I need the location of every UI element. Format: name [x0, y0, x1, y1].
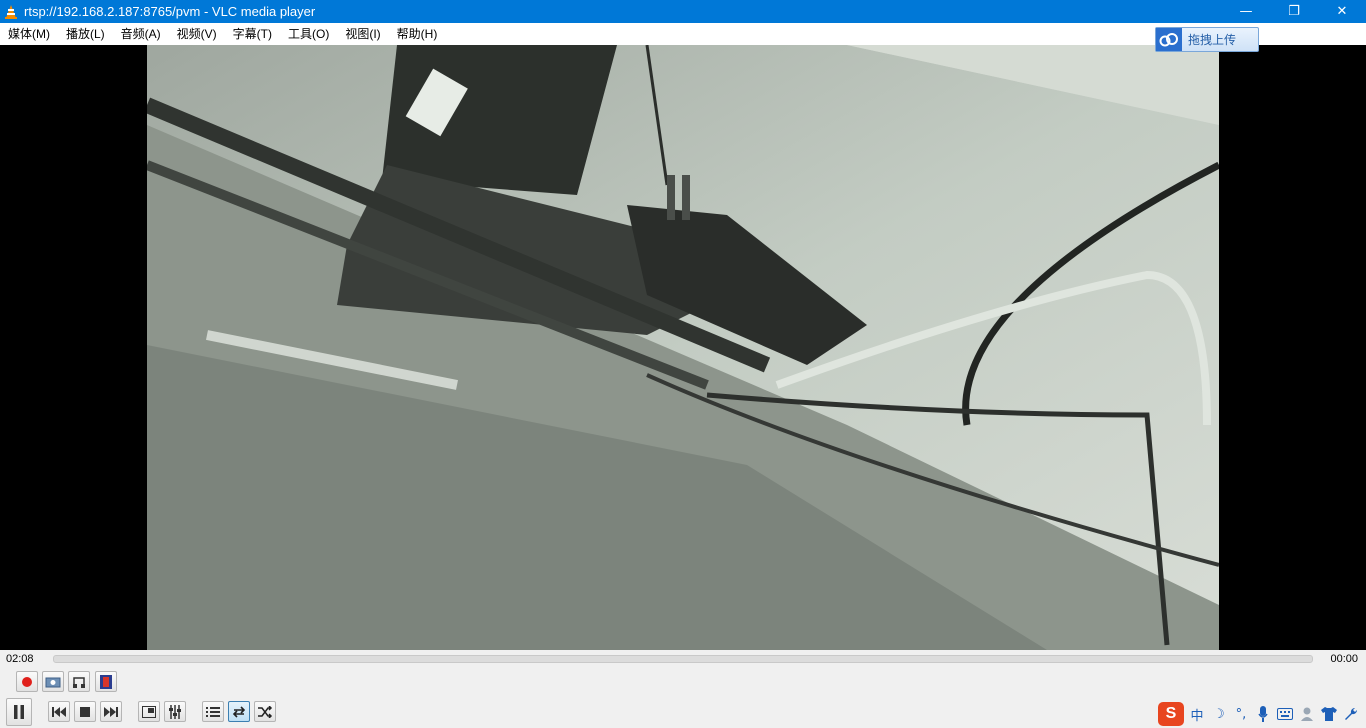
- menu-view[interactable]: 视图(I): [337, 23, 388, 45]
- frame-by-frame-button[interactable]: [95, 671, 117, 692]
- previous-button[interactable]: [48, 701, 70, 722]
- menu-video[interactable]: 视频(V): [169, 23, 225, 45]
- window-controls: — ❐ ✕: [1222, 0, 1366, 23]
- record-button[interactable]: [16, 671, 38, 692]
- drag-upload-label: 拖拽上传: [1188, 33, 1237, 47]
- snapshot-button[interactable]: [42, 671, 64, 692]
- stop-icon: [80, 706, 90, 717]
- menu-tools[interactable]: 工具(O): [280, 23, 337, 45]
- system-tray: S 中 ☽ °,: [1158, 700, 1360, 728]
- moon-icon[interactable]: ☽: [1210, 704, 1228, 724]
- elapsed-time[interactable]: 02:08: [6, 653, 34, 665]
- seek-row: 02:08 00:00: [0, 650, 1366, 668]
- loop-icon: [231, 705, 247, 718]
- minimize-button[interactable]: —: [1222, 0, 1270, 23]
- film-frame-icon: [99, 674, 113, 690]
- menu-help[interactable]: 帮助(H): [389, 23, 446, 45]
- fullscreen-button[interactable]: [138, 701, 160, 722]
- skin-shirt-icon[interactable]: [1320, 704, 1338, 724]
- record-icon: [21, 676, 33, 688]
- playlist-icon: [206, 706, 220, 718]
- menu-playback[interactable]: 播放(L): [58, 23, 113, 45]
- shuffle-icon: [257, 705, 273, 718]
- user-icon[interactable]: [1298, 704, 1316, 724]
- window-title: rtsp://192.168.2.187:8765/pvm - VLC medi…: [24, 4, 316, 19]
- shuffle-button[interactable]: [254, 701, 276, 722]
- drag-upload-button[interactable]: 拖拽上传: [1155, 27, 1259, 52]
- wrench-icon[interactable]: [1342, 704, 1360, 724]
- skip-next-icon: [103, 706, 119, 717]
- restore-button[interactable]: ❐: [1270, 0, 1318, 23]
- ab-loop-icon: [71, 675, 87, 689]
- video-display[interactable]: [0, 45, 1366, 650]
- close-button[interactable]: ✕: [1318, 0, 1366, 23]
- punctuation-icon[interactable]: °,: [1232, 704, 1250, 724]
- camera-icon: [45, 676, 61, 688]
- ime-mode-toggle[interactable]: 中: [1188, 704, 1206, 724]
- cloud-icon: [1156, 28, 1182, 51]
- menu-media[interactable]: 媒体(M): [0, 23, 58, 45]
- pause-button[interactable]: [6, 698, 32, 726]
- video-frame: [147, 45, 1219, 650]
- keyboard-icon[interactable]: [1276, 704, 1294, 724]
- next-button[interactable]: [100, 701, 122, 722]
- pause-icon: [12, 704, 26, 720]
- extended-settings-button[interactable]: [164, 701, 186, 722]
- sogou-ime-icon[interactable]: S: [1158, 702, 1184, 726]
- fullscreen-icon: [142, 705, 156, 718]
- loop-button[interactable]: [228, 701, 250, 722]
- skip-previous-icon: [51, 706, 67, 717]
- total-time[interactable]: 00:00: [1330, 653, 1358, 665]
- playlist-button[interactable]: [202, 701, 224, 722]
- title-bar: rtsp://192.168.2.187:8765/pvm - VLC medi…: [0, 0, 1366, 23]
- loop-ab-button[interactable]: [68, 671, 90, 692]
- microphone-icon[interactable]: [1254, 704, 1272, 724]
- stop-button[interactable]: [74, 701, 96, 722]
- equalizer-sliders-icon: [168, 704, 182, 719]
- vlc-cone-icon: [4, 4, 18, 19]
- menu-subtitle[interactable]: 字幕(T): [225, 23, 280, 45]
- menu-audio[interactable]: 音频(A): [113, 23, 169, 45]
- seek-slider[interactable]: [53, 655, 1313, 663]
